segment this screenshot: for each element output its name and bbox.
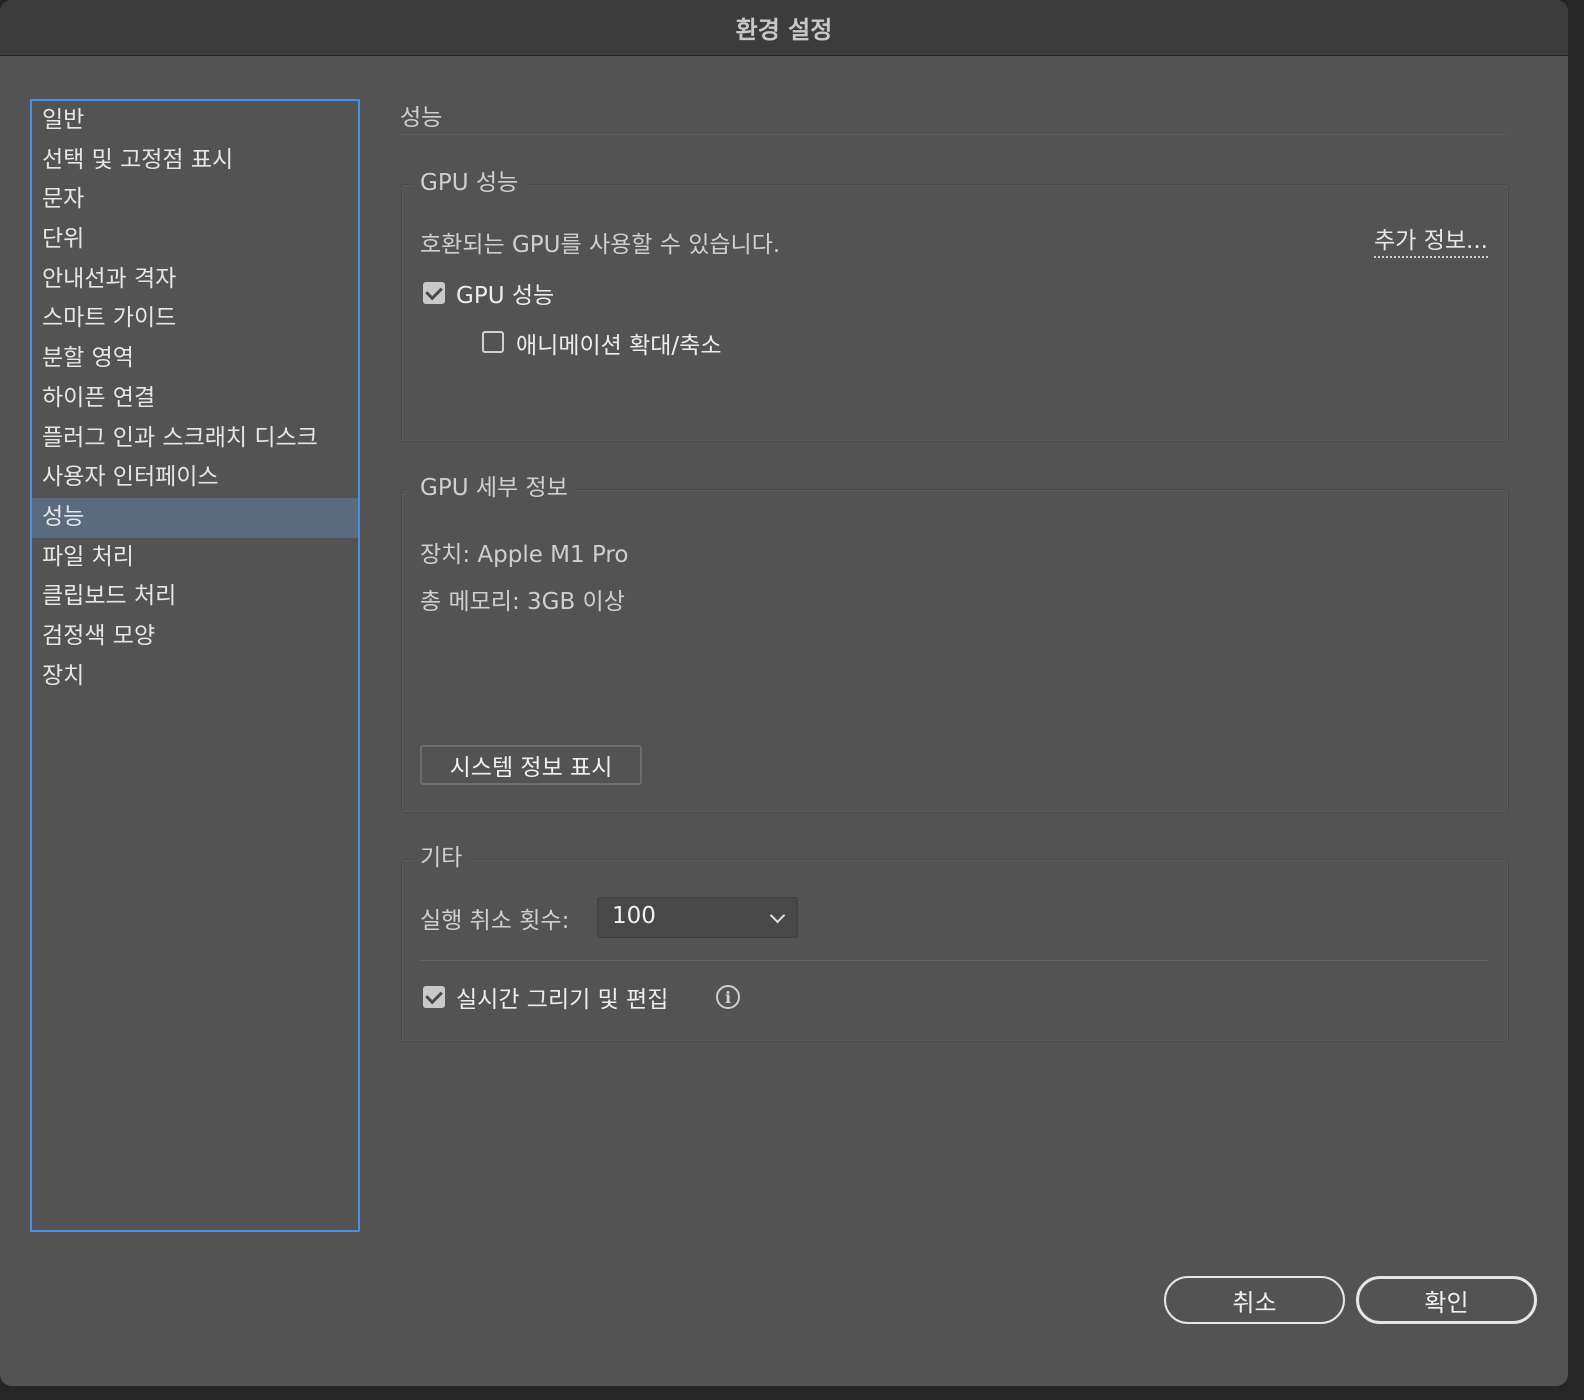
gpu-performance-label[interactable]: GPU 성능	[456, 276, 554, 310]
misc-group: 기타 실행 취소 횟수: 100 실시간 그리기 및 편집 i	[401, 838, 1509, 1042]
sidebar-item-file-handling[interactable]: 파일 처리	[32, 538, 358, 578]
sidebar-item-plugins-scratch-disks[interactable]: 플러그 인과 스크래치 디스크	[32, 419, 358, 459]
sidebar-item-selection-anchor-display[interactable]: 선택 및 고정점 표시	[32, 141, 358, 181]
info-icon[interactable]: i	[716, 985, 740, 1009]
category-list[interactable]: 일반 선택 및 고정점 표시 문자 단위 안내선과 격자 스마트 가이드 분할 …	[30, 99, 360, 1232]
animated-zoom-checkbox[interactable]	[482, 331, 504, 353]
sidebar-item-performance[interactable]: 성능	[32, 497, 358, 538]
sidebar-item-guides-grid[interactable]: 안내선과 격자	[32, 260, 358, 300]
animated-zoom-label[interactable]: 애니메이션 확대/축소	[516, 326, 722, 360]
sidebar-item-type[interactable]: 문자	[32, 180, 358, 220]
sidebar-item-units[interactable]: 단위	[32, 220, 358, 260]
section-title: 성능	[400, 105, 443, 131]
misc-legend: 기타	[412, 838, 471, 872]
title-bar[interactable]: 환경 설정	[0, 0, 1568, 56]
gpu-memory-text: 총 메모리: 3GB 이상	[420, 589, 625, 615]
ok-button[interactable]: 확인	[1356, 1276, 1537, 1324]
realtime-drawing-label[interactable]: 실시간 그리기 및 편집	[456, 980, 668, 1014]
sidebar-item-user-interface[interactable]: 사용자 인터페이스	[32, 458, 358, 498]
gpu-device-text: 장치: Apple M1 Pro	[420, 542, 629, 568]
sidebar-item-black-appearance[interactable]: 검정색 모양	[32, 617, 358, 657]
section-divider	[400, 134, 1506, 135]
sidebar-item-smart-guides[interactable]: 스마트 가이드	[32, 299, 358, 339]
more-info-link[interactable]: 추가 정보...	[1374, 221, 1488, 258]
undo-count-value: 100	[612, 903, 656, 929]
sidebar-item-hyphenation[interactable]: 하이픈 연결	[32, 379, 358, 419]
gpu-performance-checkbox[interactable]	[423, 282, 445, 304]
gpu-compat-text: 호환되는 GPU를 사용할 수 있습니다.	[420, 232, 781, 258]
preferences-dialog: 환경 설정 일반 선택 및 고정점 표시 문자 단위 안내선과 격자 스마트 가…	[0, 0, 1568, 1386]
realtime-drawing-checkbox[interactable]	[423, 986, 445, 1008]
misc-divider	[420, 960, 1488, 961]
window-title: 환경 설정	[735, 16, 833, 44]
sidebar-item-general[interactable]: 일반	[32, 101, 358, 141]
undo-count-label: 실행 취소 횟수:	[420, 908, 570, 934]
undo-count-select[interactable]: 100	[597, 897, 798, 938]
cancel-button[interactable]: 취소	[1164, 1276, 1345, 1324]
sidebar-item-slices[interactable]: 분할 영역	[32, 339, 358, 379]
sidebar-item-devices[interactable]: 장치	[32, 657, 358, 697]
gpu-performance-group: GPU 성능 호환되는 GPU를 사용할 수 있습니다. 추가 정보... GP…	[401, 163, 1509, 442]
gpu-performance-legend: GPU 성능	[412, 163, 527, 197]
show-system-info-button[interactable]: 시스템 정보 표시	[420, 745, 642, 785]
sidebar-item-clipboard-handling[interactable]: 클립보드 처리	[32, 577, 358, 617]
gpu-details-legend: GPU 세부 정보	[412, 468, 576, 502]
gpu-details-group: GPU 세부 정보 장치: Apple M1 Pro 총 메모리: 3GB 이상…	[401, 468, 1509, 813]
chevron-down-icon	[769, 907, 786, 924]
